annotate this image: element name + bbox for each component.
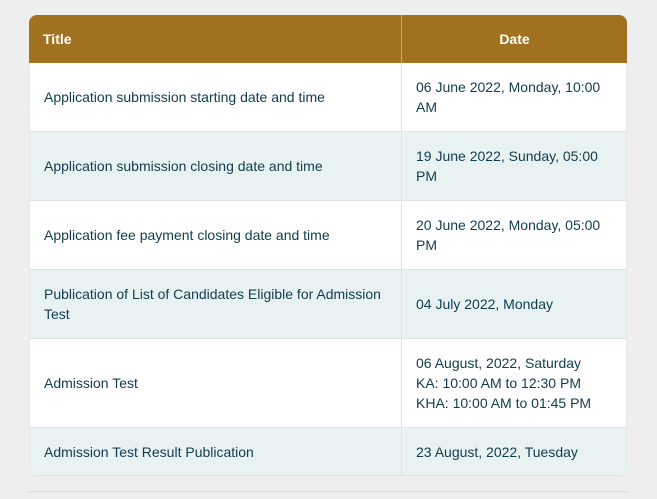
table-row: Admission Test 06 August, 2022, Saturday…	[29, 339, 627, 428]
header-date: Date	[402, 15, 627, 63]
row-title-text: Application fee payment closing date and…	[44, 227, 330, 243]
row-date-line: 20 June 2022, Monday, 05:00	[416, 217, 601, 233]
section-divider	[29, 491, 627, 492]
row-date: 06 August, 2022, Saturday KA: 10:00 AM t…	[402, 339, 627, 428]
header-title: Title	[29, 15, 402, 63]
table-row: Application submission closing date and …	[29, 132, 627, 201]
row-date: 19 June 2022, Sunday, 05:00 PM	[402, 132, 627, 201]
row-title-text: Application submission starting date and…	[44, 89, 325, 105]
row-date-line: KA: 10:00 AM to 12:30 PM	[416, 375, 581, 391]
row-title: Application fee payment closing date and…	[29, 201, 402, 270]
row-title-text: Test	[44, 306, 70, 322]
row-title: Admission Test	[29, 339, 402, 428]
row-title-text: Admission Test	[44, 375, 138, 391]
row-title: Publication of List of Candidates Eligib…	[29, 270, 402, 339]
schedule-table: Title Date Application submission starti…	[29, 15, 627, 476]
row-date-line: 19 June 2022, Sunday, 05:00	[416, 148, 598, 164]
row-date-line: KHA: 10:00 AM to 01:45 PM	[416, 395, 592, 411]
table-row: Admission Test Result Publication 23 Aug…	[29, 428, 627, 476]
table-row: Application submission starting date and…	[29, 63, 627, 132]
table-row: Publication of List of Candidates Eligib…	[29, 270, 627, 339]
row-date-line: PM	[416, 168, 437, 184]
row-date: 04 July 2022, Monday	[402, 270, 627, 339]
row-date: 23 August, 2022, Tuesday	[402, 428, 627, 476]
header-row: Title Date	[29, 15, 627, 63]
table-row: Application fee payment closing date and…	[29, 201, 627, 270]
row-date: 20 June 2022, Monday, 05:00 PM	[402, 201, 627, 270]
table-body: Application submission starting date and…	[29, 63, 627, 476]
row-date-line: 06 June 2022, Monday, 10:00	[416, 79, 601, 95]
row-date-line: 04 July 2022, Monday	[416, 296, 553, 312]
table-header: Title Date	[29, 15, 627, 63]
row-title: Application submission starting date and…	[29, 63, 402, 132]
schedule-table-container: Title Date Application submission starti…	[29, 15, 627, 476]
row-date-line: 06 August, 2022, Saturday	[416, 355, 582, 371]
row-title-text: Publication of List of Candidates Eligib…	[44, 286, 381, 302]
row-title: Admission Test Result Publication	[29, 428, 402, 476]
row-date-line: 23 August, 2022, Tuesday	[416, 443, 578, 460]
row-title: Application submission closing date and …	[29, 132, 402, 201]
row-date-line: PM	[416, 237, 437, 253]
row-title-text: Application submission closing date and …	[44, 158, 323, 174]
row-date-line: AM	[416, 99, 437, 115]
row-title-text: Admission Test Result Publication	[44, 443, 254, 460]
row-date: 06 June 2022, Monday, 10:00 AM	[402, 63, 627, 132]
